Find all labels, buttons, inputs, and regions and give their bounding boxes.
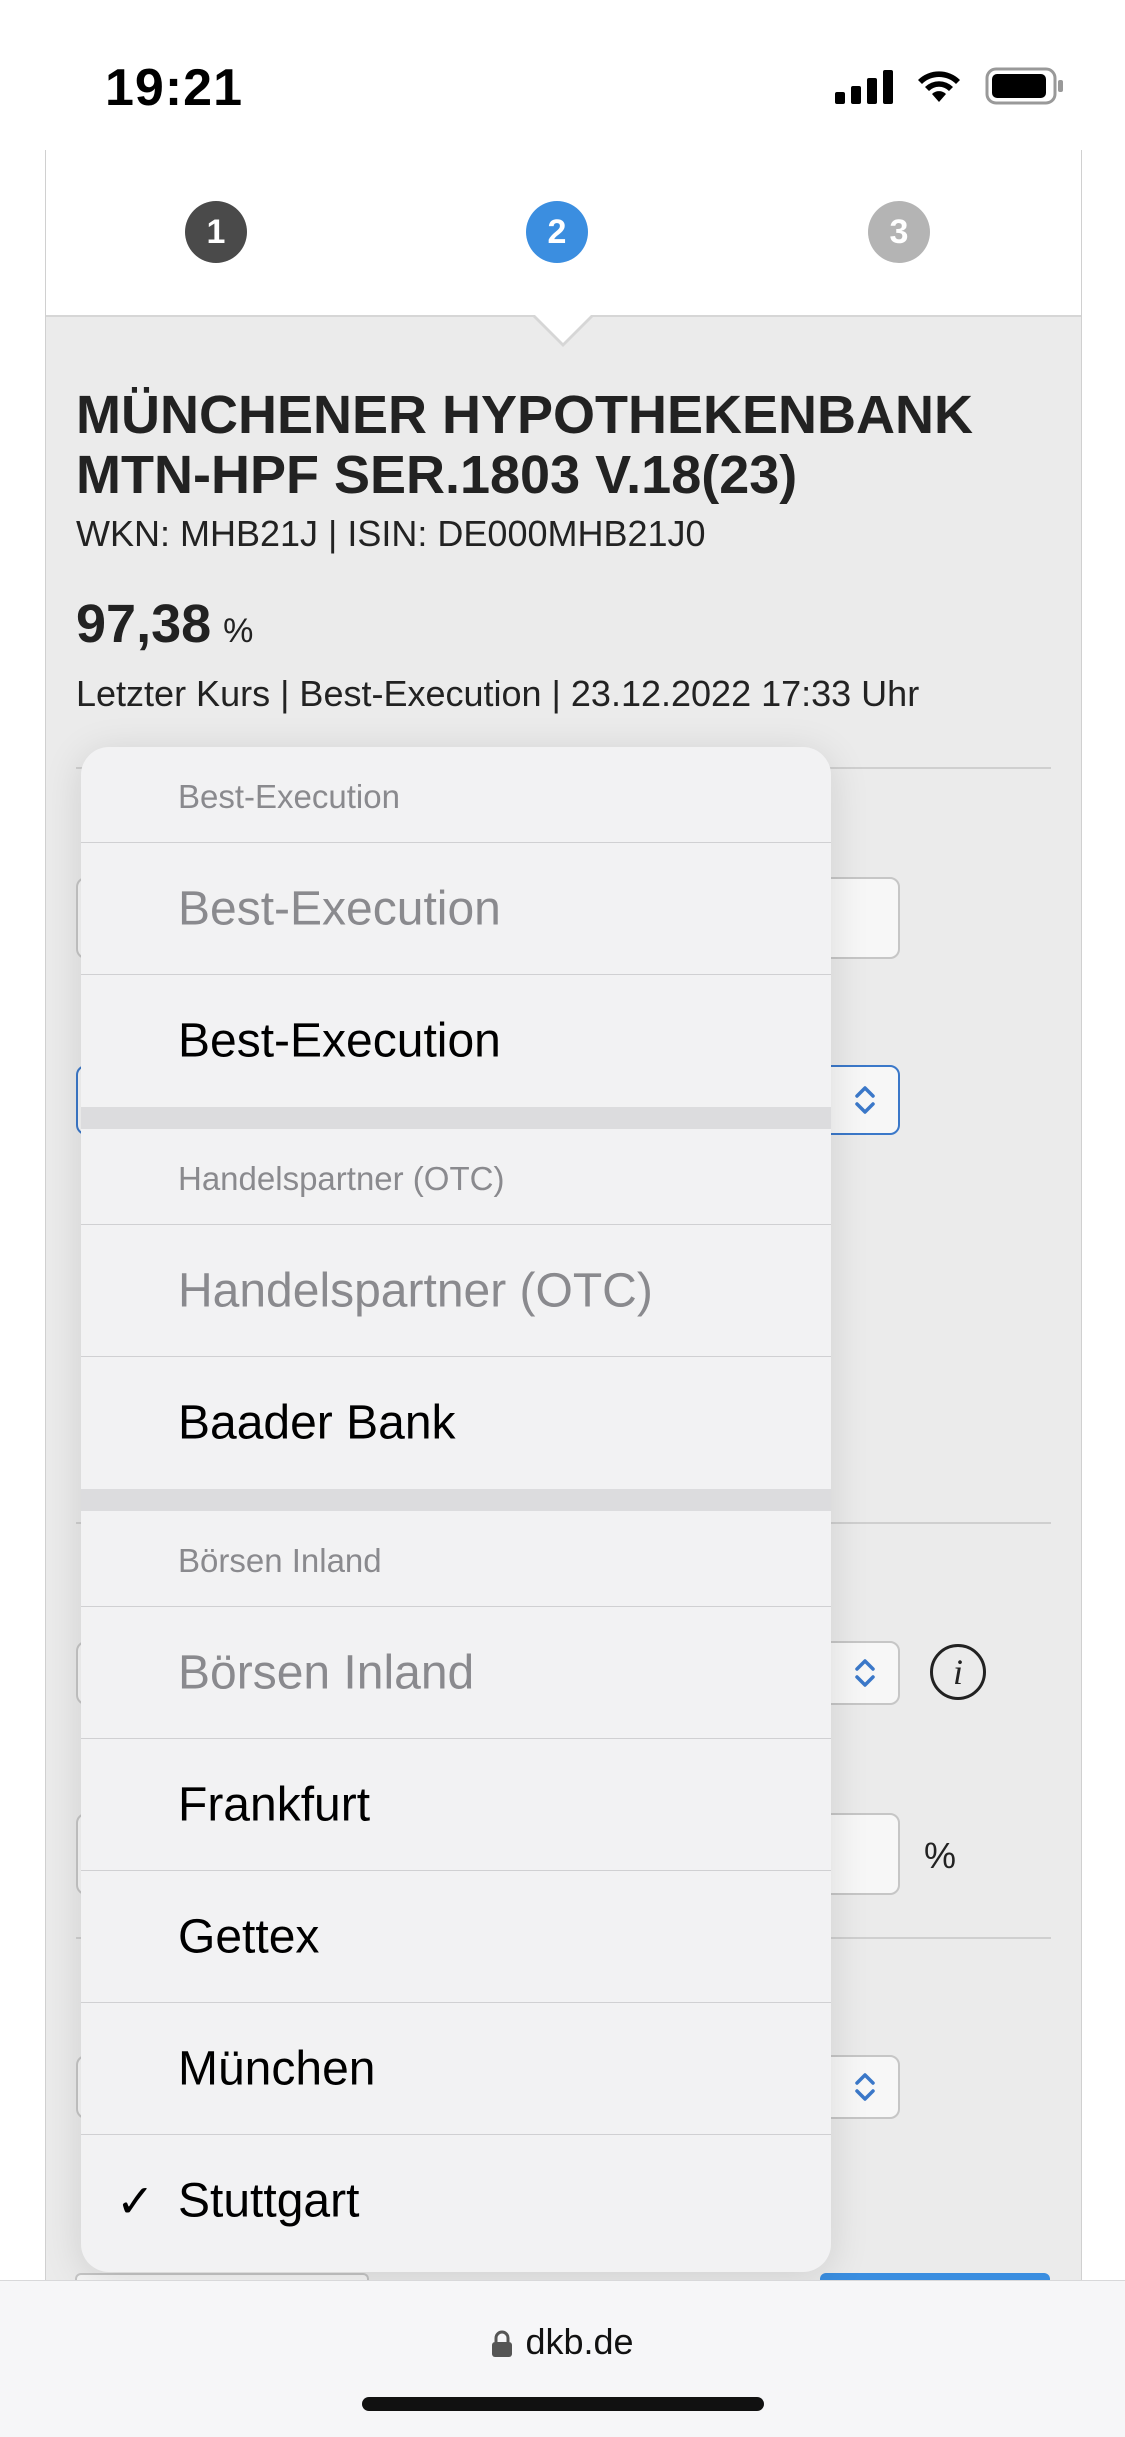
section-header-label: Handelspartner (OTC) xyxy=(178,1160,505,1197)
home-indicator[interactable] xyxy=(362,2397,764,2411)
option-label: Stuttgart xyxy=(178,2174,360,2228)
price-info: Letzter Kurs | Best-Execution | 23.12.20… xyxy=(76,673,920,714)
section-header-label: Börsen Inland xyxy=(178,1542,382,1579)
price-unit: % xyxy=(223,612,254,650)
last-price: 97,38 xyxy=(76,594,212,654)
picker-section-header: Handelspartner (OTC) xyxy=(81,1129,831,1225)
section-separator xyxy=(81,1107,831,1129)
picker-option-disabled: Best-Execution xyxy=(81,843,831,975)
step-1-indicator[interactable]: 1 xyxy=(185,201,247,263)
picker-option-stuttgart[interactable]: ✓ Stuttgart xyxy=(81,2135,831,2267)
stepper-pointer xyxy=(533,313,593,343)
status-icons xyxy=(835,66,1065,106)
option-label: Frankfurt xyxy=(178,1778,371,1831)
select-chevron-icon xyxy=(855,2073,875,2101)
picker-option-frankfurt[interactable]: Frankfurt xyxy=(81,1739,831,1871)
security-identifiers: WKN: MHB21J | ISIN: DE000MHB21J0 xyxy=(76,513,706,554)
picker-option-baader-bank[interactable]: Baader Bank xyxy=(81,1357,831,1489)
picker-option-gettex[interactable]: Gettex xyxy=(81,1871,831,2003)
select-chevron-icon xyxy=(855,1659,875,1687)
step-3-indicator: 3 xyxy=(868,201,930,263)
status-bar: 19:21 xyxy=(0,0,1125,150)
step-2-indicator[interactable]: 2 xyxy=(526,201,588,263)
section-header-label: Best-Execution xyxy=(178,778,400,815)
checkmark-icon: ✓ xyxy=(116,2175,155,2227)
lock-icon xyxy=(492,2331,513,2358)
picker-option-disabled: Börsen Inland xyxy=(81,1607,831,1739)
browser-address-bar[interactable]: dkb.de xyxy=(0,2280,1125,2437)
battery-icon xyxy=(985,66,1065,106)
info-icon[interactable]: i xyxy=(930,1644,986,1700)
url-text: dkb.de xyxy=(525,2321,634,2362)
option-label: Handelspartner (OTC) xyxy=(178,1264,653,1317)
status-time: 19:21 xyxy=(105,59,243,117)
order-stepper: 1 2 3 xyxy=(46,150,1081,317)
select-chevron-icon xyxy=(855,1086,875,1114)
section-separator xyxy=(81,1489,831,1511)
picker-option-best-execution[interactable]: Best-Execution xyxy=(81,975,831,1107)
option-label: München xyxy=(178,2042,376,2095)
security-summary: MÜNCHENER HYPOTHEKENBANK MTN-HPF SER.180… xyxy=(76,385,1051,715)
trading-venue-picker: Best-Execution Best-Execution Best-Execu… xyxy=(81,747,831,2272)
picker-option-disabled: Handelspartner (OTC) xyxy=(81,1225,831,1357)
option-label: Gettex xyxy=(178,1910,320,1963)
security-title-line-2: MTN-HPF SER.1803 V.18(23) xyxy=(76,445,798,505)
wifi-icon xyxy=(915,68,963,104)
security-title-line-1: MÜNCHENER HYPOTHEKENBANK xyxy=(76,385,974,445)
url-display[interactable]: dkb.de xyxy=(0,2321,1125,2363)
option-label: Best-Execution xyxy=(178,1014,501,1068)
option-label: Börsen Inland xyxy=(178,1646,475,1699)
picker-section-header: Best-Execution xyxy=(81,747,831,843)
picker-section-header: Börsen Inland xyxy=(81,1511,831,1607)
price-row: 97,38 % xyxy=(76,593,1051,655)
option-label: Best-Execution xyxy=(178,882,501,935)
limit-percent-unit: % xyxy=(924,1835,957,1876)
option-label: Baader Bank xyxy=(178,1396,456,1450)
cellular-signal-icon xyxy=(835,68,893,104)
picker-option-muenchen[interactable]: München xyxy=(81,2003,831,2135)
